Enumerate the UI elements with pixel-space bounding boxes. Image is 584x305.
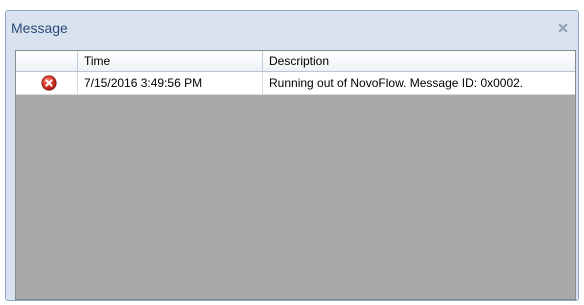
message-grid: Time Description 7/15/2016 3:49:56 PM Ru… — [15, 50, 576, 300]
row-icon-cell — [16, 72, 78, 94]
grid-header-row: Time Description — [16, 51, 575, 72]
column-header-time[interactable]: Time — [78, 51, 263, 71]
column-header-icon[interactable] — [16, 51, 78, 71]
title-bar: Message — [6, 11, 578, 41]
table-row[interactable]: 7/15/2016 3:49:56 PM Running out of Novo… — [16, 72, 575, 95]
row-time-cell: 7/15/2016 3:49:56 PM — [78, 72, 263, 94]
error-icon — [41, 75, 57, 91]
message-window: Message Time Description 7/15/2016 3:49:… — [5, 10, 579, 301]
column-header-description[interactable]: Description — [263, 51, 575, 71]
row-description-cell: Running out of NovoFlow. Message ID: 0x0… — [269, 76, 524, 90]
window-title: Message — [11, 20, 68, 36]
close-icon[interactable] — [556, 21, 570, 35]
grid-empty-area — [16, 95, 575, 299]
